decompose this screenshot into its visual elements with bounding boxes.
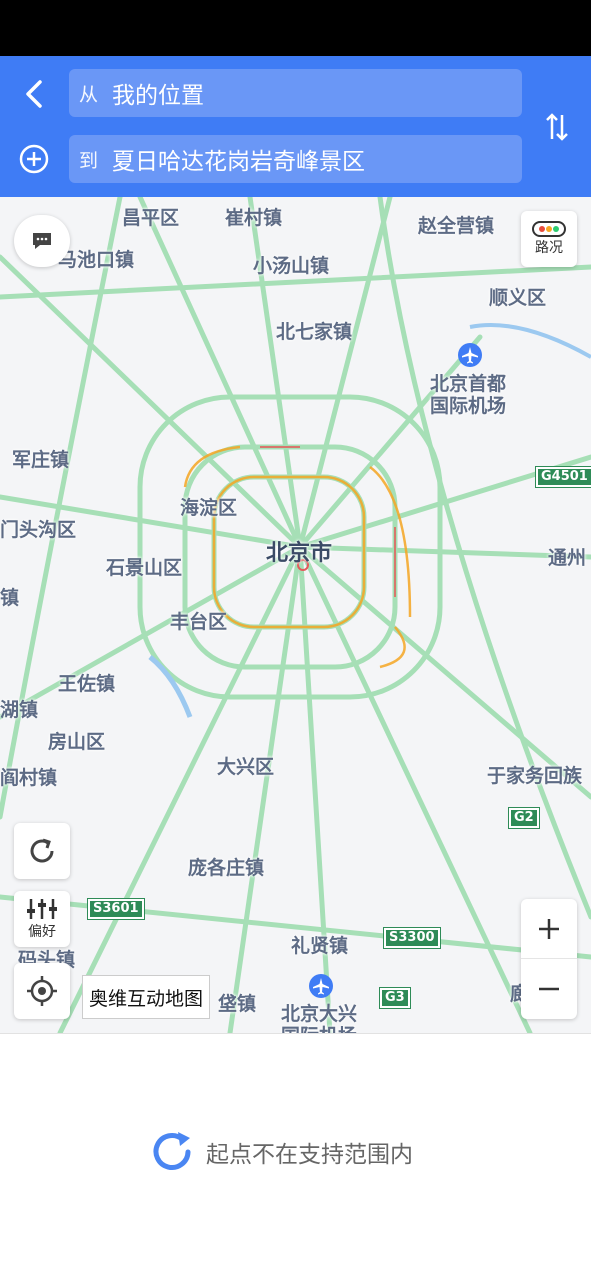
chat-bubble-icon [33, 233, 51, 249]
system-status-bar [0, 0, 591, 56]
minus-icon [539, 987, 559, 991]
label-tongzhou: 通州 [548, 547, 587, 569]
refresh-circle-icon [153, 1132, 191, 1170]
label-daxing: 大兴区 [217, 756, 275, 778]
label-beiqijia: 北七家镇 [276, 321, 353, 343]
route-header: 从 我的位置 到 夏日哈达花岗岩奇峰景区 [0, 56, 591, 197]
refresh-icon [30, 838, 54, 863]
label-junzhuang: 军庄镇 [12, 449, 70, 471]
label-zhaoquanying: 赵全营镇 [418, 215, 495, 237]
brand-label: 奥维互动地图 [82, 975, 211, 1019]
origin-field[interactable]: 从 我的位置 [69, 69, 522, 117]
swap-route-button[interactable] [535, 105, 579, 149]
traffic-toggle[interactable]: 路况 [521, 211, 577, 267]
label-shunyi: 顺义区 [489, 287, 547, 309]
highway-shield-g4501: G4501 [535, 466, 591, 488]
preference-button[interactable]: 偏好 [14, 891, 70, 947]
traffic-label: 路况 [535, 240, 563, 256]
label-changping: 昌平区 [122, 207, 180, 229]
map-view[interactable]: 昌平区 崔村镇 赵全营镇 马池口镇 小汤山镇 顺义区 北七家镇 北京首都 国际机… [0, 197, 591, 1033]
origin-value: 我的位置 [112, 83, 205, 109]
refresh-button[interactable] [14, 823, 70, 879]
label-mentougou: 门头沟区 [0, 519, 77, 541]
label-yujiawu: 于家务回族 [487, 765, 583, 787]
label-shijingshan: 石景山区 [106, 557, 183, 579]
add-waypoint-button[interactable] [12, 137, 56, 181]
label-cuicun: 崔村镇 [225, 207, 283, 229]
label-xiaotangshan: 小汤山镇 [253, 255, 330, 277]
label-wangzuo: 王佐镇 [58, 673, 116, 695]
label-panggezhuang: 庞各庄镇 [188, 857, 265, 879]
zoom-control [521, 899, 577, 1019]
swap-arrows-icon [546, 113, 568, 141]
back-button[interactable] [12, 72, 56, 116]
label-lixian: 礼贤镇 [291, 935, 349, 957]
highway-shield-s3601: S3601 [87, 898, 145, 920]
label-fangshan: 房山区 [48, 731, 106, 753]
label-zhuangzhen: 垡镇 [218, 993, 257, 1015]
zoom-in-button[interactable] [521, 899, 577, 959]
status-text: 起点不在支持范围内 [206, 1142, 413, 1168]
locate-button[interactable] [14, 963, 70, 1019]
daxing-airport-icon [309, 974, 333, 1002]
origin-prefix: 从 [79, 83, 99, 106]
locate-crosshair-icon [27, 976, 57, 1006]
label-zhen-left: 镇 [0, 587, 20, 609]
highway-shield-s3300: S3300 [383, 927, 441, 949]
traffic-light-icon [532, 221, 566, 237]
airport-icon [458, 343, 482, 371]
label-haidian: 海淀区 [180, 497, 238, 519]
label-machikou: 马池口镇 [58, 249, 135, 271]
label-fengtai: 丰台区 [170, 611, 228, 633]
zoom-out-button[interactable] [521, 959, 577, 1019]
label-daxing-airport: 北京大兴 国际机场 [281, 1003, 358, 1033]
plus-icon [539, 918, 559, 939]
label-hu: 湖镇 [0, 699, 39, 721]
status-message[interactable]: 起点不在支持范围内 [148, 1128, 413, 1176]
label-capital-airport: 北京首都 国际机场 [430, 373, 507, 417]
highway-shield-g3: G3 [379, 987, 411, 1009]
destination-prefix: 到 [79, 149, 99, 172]
sliders-icon [27, 899, 57, 919]
chevron-left-icon [26, 80, 42, 108]
route-result-panel: 起点不在支持范围内 [0, 1033, 591, 1280]
highway-shield-g2: G2 [508, 807, 540, 829]
preference-label: 偏好 [28, 924, 56, 940]
destination-value: 夏日哈达花岗岩奇峰景区 [112, 149, 366, 175]
plus-circle-icon [19, 144, 49, 174]
label-beijing: 北京市 [266, 541, 333, 566]
destination-field[interactable]: 到 夏日哈达花岗岩奇峰景区 [69, 135, 522, 183]
message-button[interactable] [14, 215, 70, 267]
label-yancun: 阎村镇 [0, 767, 58, 789]
